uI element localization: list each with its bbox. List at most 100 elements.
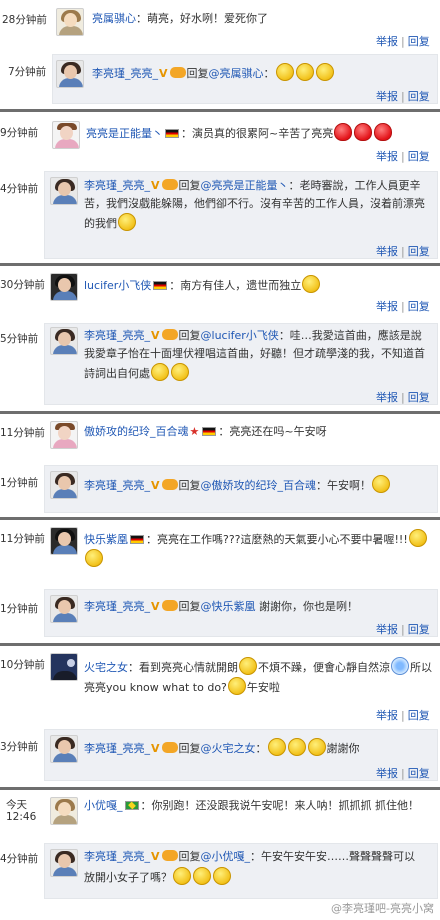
mention-link[interactable]: @火宅之女 — [201, 742, 256, 755]
reply-text: 李亮瑾_亮亮_V 回复@傲娇攻的纪玲_百合魂：午安啊！ — [84, 475, 391, 495]
reply-username[interactable]: 李亮瑾_亮亮_ — [84, 850, 150, 863]
comment-username[interactable]: 亮属骐心 — [92, 12, 136, 25]
user-avatar[interactable] — [50, 735, 78, 763]
report-link[interactable]: 举报 — [376, 245, 398, 258]
comment-username[interactable]: 快乐紫凰 — [84, 533, 128, 546]
comment-username[interactable]: lucifer小飞侠 — [84, 279, 151, 292]
reply-time: 5分钟前 — [0, 333, 39, 345]
reply-username[interactable]: 李亮瑾_亮亮_ — [84, 742, 150, 755]
verified-badge: V — [151, 479, 160, 492]
reply-text: 李亮瑾_亮亮_V 回复@亮属骐心： — [92, 63, 335, 83]
report-link[interactable]: 举报 — [376, 90, 398, 103]
smiley-emoticon-icon — [372, 475, 391, 493]
report-link[interactable]: 举报 — [376, 35, 398, 48]
report-link[interactable]: 举报 — [376, 150, 398, 163]
thread-divider — [0, 263, 440, 266]
report-link[interactable]: 举报 — [376, 709, 398, 722]
verified-badge: V — [151, 179, 160, 192]
comment-time: 30分钟前 — [0, 279, 45, 291]
reply-link[interactable]: 回复 — [408, 767, 430, 780]
mention-link[interactable]: @小优嘎_ — [201, 850, 251, 863]
user-avatar[interactable] — [50, 177, 78, 205]
verified-badge: V — [151, 329, 160, 342]
reply-time: 1分钟前 — [0, 477, 39, 489]
comment-thread-3: 30分钟前 lucifer小飞侠 ：南方有佳人，遗世而独立 举报 | 回复 5分钟前 … — [0, 267, 440, 407]
comment-username[interactable]: 小优嘎_ — [84, 799, 123, 812]
comment-username[interactable]: 傲娇攻的纪玲_百合魂 — [84, 425, 189, 438]
reply-text-line-2: 我愛章子怡在十面埋伏裡唱這首曲，好聽！但才疏學淺的我，不知道首 — [84, 347, 425, 360]
user-avatar[interactable] — [50, 595, 78, 623]
user-avatar[interactable] — [50, 849, 78, 877]
member-badge-icon — [161, 600, 178, 611]
reply-username[interactable]: 李亮瑾_亮亮_ — [84, 479, 150, 492]
comment-username[interactable]: 亮亮是正能量丶 — [86, 127, 163, 140]
comment-text: 傲娇攻的纪玲_百合魂★ ：亮亮还在吗~午安呀 — [84, 425, 327, 438]
thread-divider — [0, 109, 440, 112]
user-avatar[interactable] — [52, 121, 80, 149]
comment-row: 9分钟前 亮亮是正能量丶 ：演员真的很累阿~辛苦了亮亮 举报 | 回复 — [0, 113, 440, 165]
smiley-emoticon-icon — [227, 677, 246, 695]
user-avatar[interactable] — [50, 797, 78, 825]
user-avatar[interactable] — [50, 471, 78, 499]
comment-row: 28分钟前 亮属骐心：萌亮，好水咧！爱死你了 举报 | 回复 — [0, 0, 440, 50]
comment-time-clock: 12:46 — [6, 811, 37, 823]
user-avatar[interactable] — [50, 327, 78, 355]
mention-link[interactable]: @亮属骐心 — [209, 67, 264, 80]
reply-time: 7分钟前 — [8, 66, 47, 78]
reply-actions: 举报 | 回复 — [376, 245, 430, 258]
report-link[interactable]: 举报 — [376, 767, 398, 780]
user-avatar[interactable] — [56, 8, 84, 36]
verified-badge: V — [151, 600, 160, 613]
reply-username[interactable]: 李亮瑾_亮亮_ — [84, 329, 150, 342]
reply-link[interactable]: 回复 — [408, 391, 430, 404]
mention-link[interactable]: @傲娇攻的纪玲_百合魂 — [201, 479, 317, 492]
reply-link[interactable]: 回复 — [408, 709, 430, 722]
user-avatar[interactable] — [50, 421, 78, 449]
reply-text-line-3: 的我們 — [84, 213, 137, 233]
heart-emoticon-icon — [334, 123, 353, 141]
mention-link[interactable]: @lucifer小飞侠 — [201, 329, 279, 342]
germany-flag-icon — [165, 129, 179, 138]
reply-username[interactable]: 李亮瑾_亮亮_ — [84, 600, 150, 613]
reply-actions: 举报 | 回复 — [376, 90, 430, 103]
mention-link[interactable]: @亮亮是正能量丶 — [201, 179, 289, 192]
reply-text-line-2: 苦，我們沒戲能躲陽，他們卻不行。沒有辛苦的工作人員，沒着前漂亮 — [84, 197, 425, 210]
flower-emoticon-icon — [391, 657, 409, 675]
user-avatar[interactable] — [56, 60, 84, 88]
report-link[interactable]: 举报 — [376, 300, 398, 313]
comment-text-line-2 — [84, 549, 104, 569]
report-link[interactable]: 举报 — [376, 623, 398, 636]
smiley-emoticon-icon — [307, 738, 326, 756]
reply-link[interactable]: 回复 — [408, 300, 430, 313]
user-avatar[interactable] — [50, 273, 78, 301]
thread-divider — [0, 643, 440, 646]
report-link[interactable]: 举报 — [376, 391, 398, 404]
reply-row: 4分钟前 李亮瑾_亮亮_V 回复@亮亮是正能量丶：老時審說，工作人員更辛 苦，我們… — [0, 169, 440, 261]
reply-link[interactable]: 回复 — [408, 623, 430, 636]
heart-emoticon-icon — [374, 123, 393, 141]
user-avatar[interactable] — [50, 653, 78, 681]
reply-username[interactable]: 李亮瑾_亮亮_ — [84, 179, 150, 192]
member-badge-icon — [161, 742, 178, 753]
reply-link[interactable]: 回复 — [408, 90, 430, 103]
star-badge-icon: ★ — [189, 425, 200, 438]
smiley-emoticon-icon — [151, 363, 169, 381]
smiley-emoticon-icon — [315, 63, 334, 81]
reply-text-line-1: 李亮瑾_亮亮_V 回复@lucifer小飞侠：哇…我愛這首曲，應該是說 — [84, 327, 422, 345]
mention-link[interactable]: @快乐紫凰 — [201, 600, 256, 613]
smiley-emoticon-icon — [408, 529, 427, 547]
reply-actions: 举报 | 回复 — [376, 391, 430, 404]
reply-link[interactable]: 回复 — [408, 245, 430, 258]
reply-username[interactable]: 李亮瑾_亮亮_ — [92, 67, 158, 80]
member-badge-icon — [161, 850, 178, 861]
reply-link[interactable]: 回复 — [408, 150, 430, 163]
comment-time: 9分钟前 — [0, 127, 39, 139]
comment-time: 28分钟前 — [2, 14, 47, 26]
comment-text-line-1: 火宅之女：看到亮亮心情就開朗 不煩不躁，便會心靜自然涼 所以 — [84, 657, 432, 677]
verified-badge: V — [151, 742, 160, 755]
thread-divider — [0, 411, 440, 414]
reply-link[interactable]: 回复 — [408, 35, 430, 48]
user-avatar[interactable] — [50, 527, 78, 555]
smiley-emoticon-icon — [85, 549, 103, 567]
comment-username[interactable]: 火宅之女 — [84, 661, 128, 674]
